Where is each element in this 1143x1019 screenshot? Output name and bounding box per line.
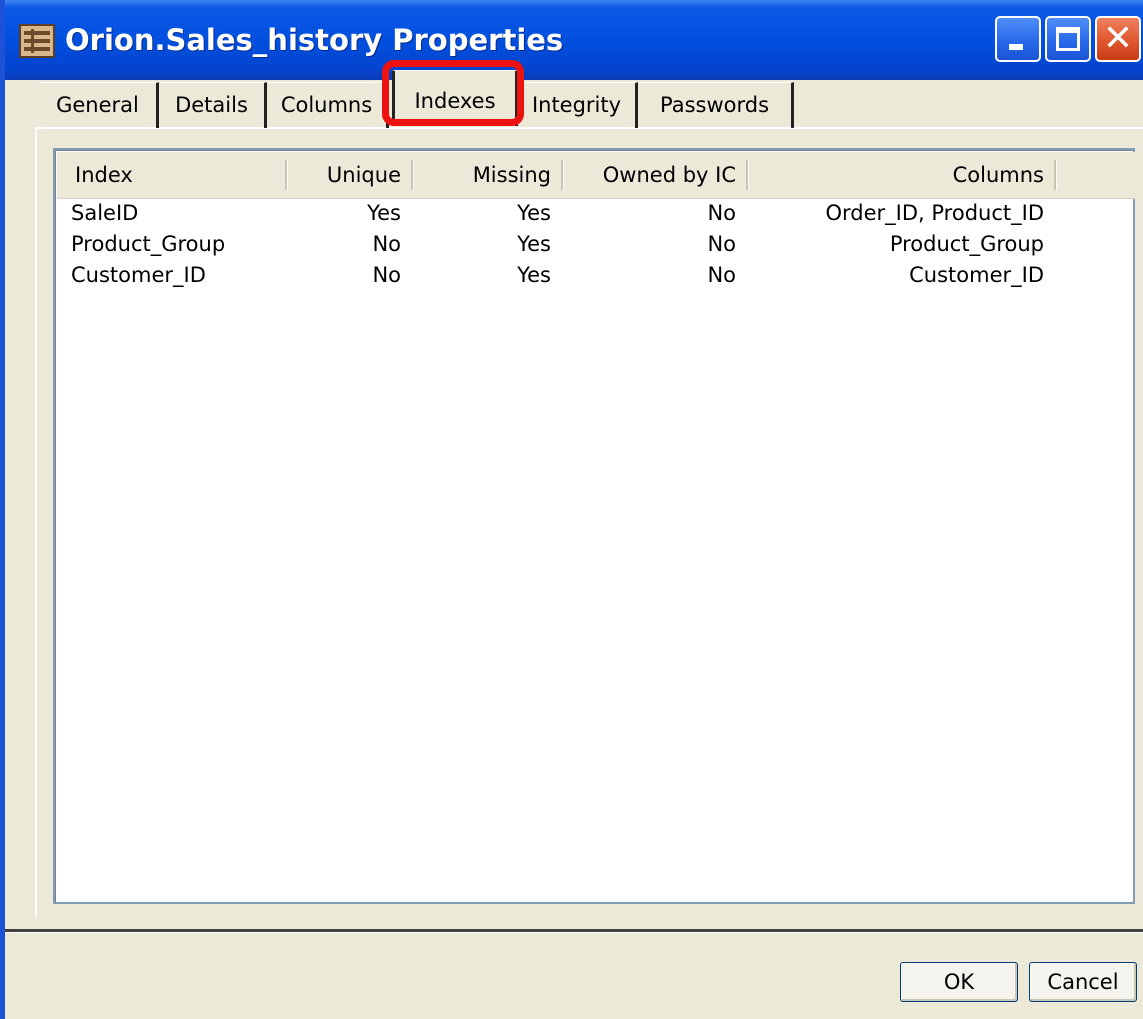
properties-dialog: Orion.Sales_history Properties ✕ General… [0,0,1143,1019]
tab-details[interactable]: Details [159,82,267,128]
cell-owned-by-ic: No [707,201,736,225]
index-list[interactable]: Index Unique Missing Owned by IC Columns… [53,148,1135,904]
maximize-icon [1056,27,1080,51]
cell-missing: Yes [517,263,551,287]
indexes-tab-highlight [382,60,524,126]
cell-columns: Order_ID, Product_ID [825,201,1045,225]
close-button[interactable]: ✕ [1095,16,1141,62]
cell-index: Customer_ID [71,263,206,287]
cell-unique: Yes [367,201,401,225]
minimize-button[interactable] [995,16,1041,62]
cell-index: Product_Group [71,232,226,256]
tab-general[interactable]: General [39,82,159,128]
cell-missing: Yes [517,201,551,225]
cell-missing: Yes [517,232,551,256]
tab-integrity[interactable]: Integrity [518,82,638,128]
table-row[interactable]: Product_Group No Yes No Product_Group [57,228,1135,260]
cancel-button[interactable]: Cancel [1029,962,1137,1002]
cell-columns: Product_Group [889,232,1044,256]
cell-owned-by-ic: No [707,263,736,287]
title-bar[interactable]: Orion.Sales_history Properties ✕ [5,0,1143,80]
window-title: Orion.Sales_history Properties [65,23,564,57]
close-icon: ✕ [1102,18,1134,59]
column-header-index[interactable]: Index [65,152,285,198]
tab-passwords[interactable]: Passwords [638,82,794,128]
column-header-unique[interactable]: Unique [288,152,411,198]
cell-owned-by-ic: No [707,232,736,256]
cell-unique: No [372,263,401,287]
tab-panel-left-edge [35,127,37,917]
index-list-header: Index Unique Missing Owned by IC Columns [57,152,1135,199]
cell-columns: Customer_ID [909,263,1044,287]
cell-index: SaleID [71,201,139,225]
minimize-icon [1009,44,1023,50]
column-header-owned-by-ic[interactable]: Owned by IC [564,152,746,198]
column-header-missing[interactable]: Missing [414,152,561,198]
footer-divider [5,929,1143,933]
column-header-columns[interactable]: Columns [749,152,1054,198]
table-properties-icon [19,24,55,58]
table-row[interactable]: SaleID Yes Yes No Order_ID, Product_ID [57,197,1135,229]
tab-columns[interactable]: Columns [267,82,389,128]
cell-unique: No [372,232,401,256]
table-row[interactable]: Customer_ID No Yes No Customer_ID [57,259,1135,291]
ok-button[interactable]: OK [900,962,1018,1002]
maximize-button[interactable] [1045,16,1091,62]
